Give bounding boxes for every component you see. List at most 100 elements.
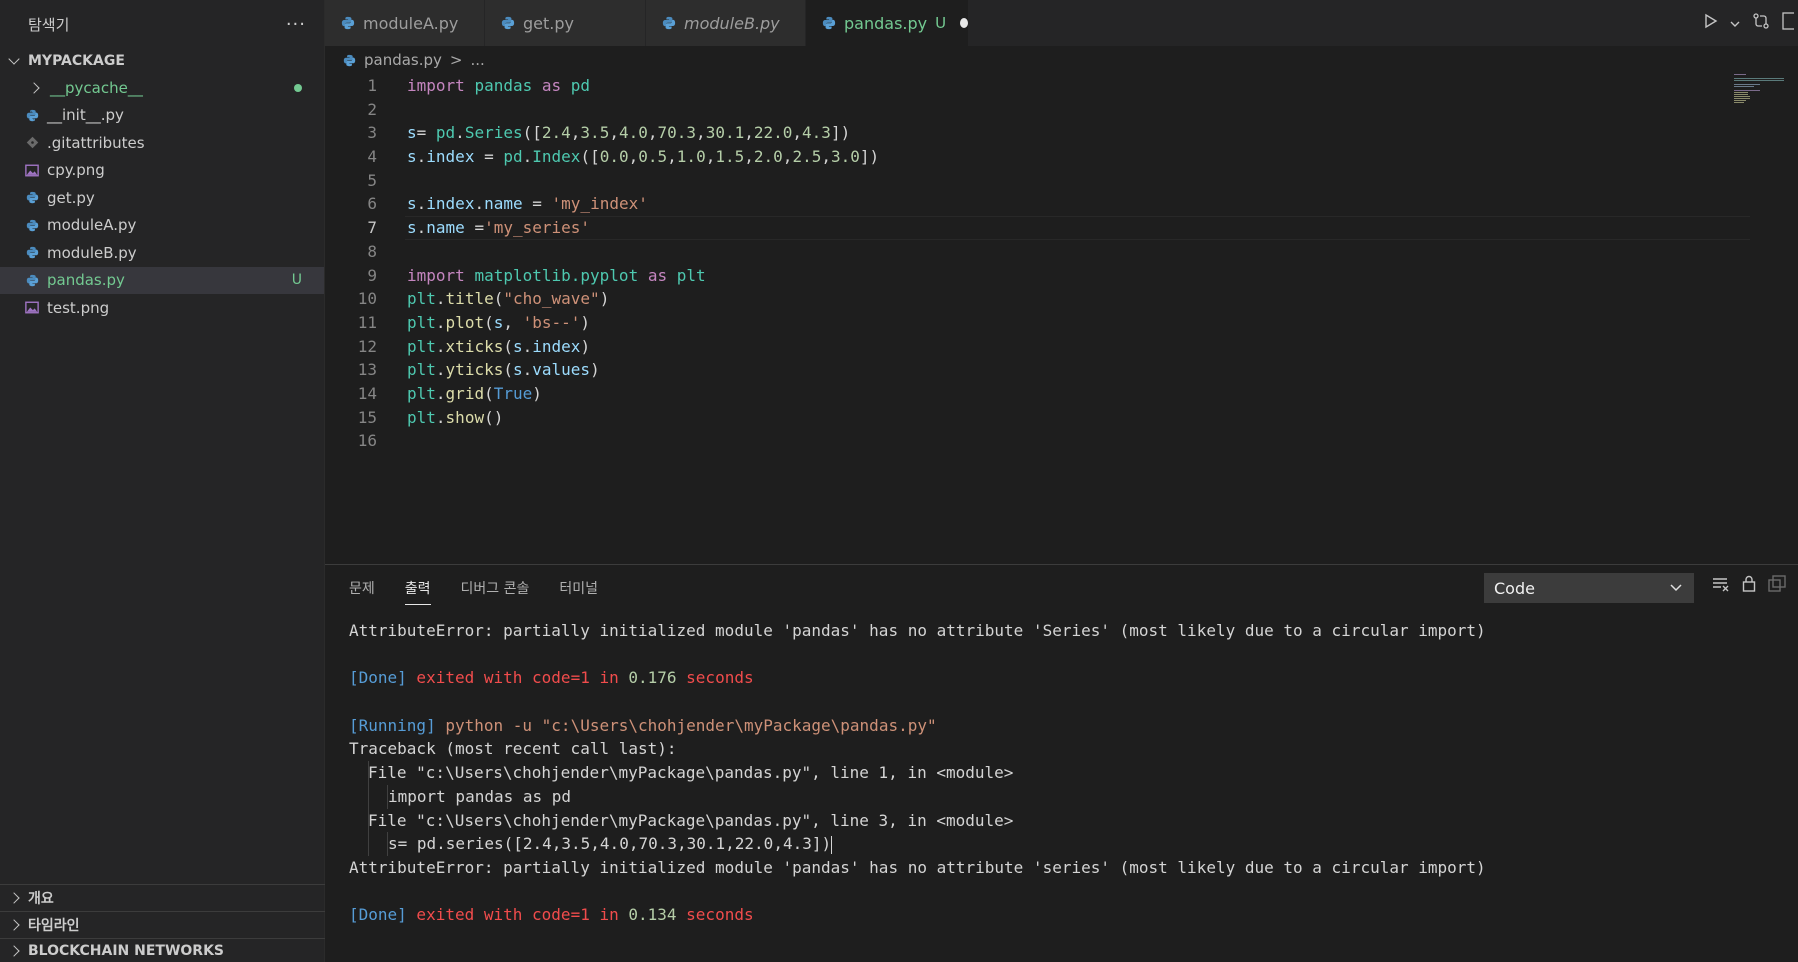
code-editor[interactable]: 1 import pandas as pd 2 3 s= pd.Series([2.4,… [325,74,1798,564]
tree-item-cpy-png[interactable]: cpy.png [0,157,324,185]
tab-terminal[interactable]: 터미널 [559,565,598,611]
code-line[interactable]: 1 import pandas as pd [325,74,1798,98]
tab-problems[interactable]: 문제 [349,565,375,611]
run-icon[interactable] [1702,13,1718,33]
tab-modulea[interactable]: moduleA.py [325,0,485,46]
section-label: 타임라인 [28,918,80,934]
code-text: s.index = pd.Index([0.0,0.5,1.0,1.5,2.0,… [377,145,879,169]
git-status-dot [294,83,302,92]
code-token: . [435,360,446,380]
explorer-sidebar: 탐색기 ··· MYPACKAGE __pycache__ __init__.p… [0,0,325,962]
explorer-header: 탐색기 ··· [0,0,324,48]
tree-item-pycache[interactable]: __pycache__ [0,74,324,102]
split-editor-icon[interactable] [1782,12,1798,34]
code-token: , [821,147,831,167]
outline-section[interactable]: 개요 [0,884,325,911]
tab-pandas[interactable]: pandas.py U [806,0,969,46]
code-line[interactable]: 2 [325,98,1798,122]
code-line[interactable]: 6 s.index.name = 'my_index' [325,192,1798,216]
section-label: 개요 [28,891,54,907]
breadcrumb-file[interactable]: pandas.py [364,51,442,69]
code-token: 0.0 [599,147,629,167]
code-token: xticks [445,336,504,356]
output-log[interactable]: AttributeError: partially initialized mo… [349,609,1798,927]
code-line[interactable]: 13 plt.yticks(s.values) [325,358,1798,382]
tab-get[interactable]: get.py [485,0,646,46]
tree-item-pandas-py[interactable]: pandas.py U [0,266,324,294]
code-line[interactable]: 11 plt.plot(s, 'bs--') [325,311,1798,335]
code-line[interactable]: 3 s= pd.Series([2.4,3.5,4.0,70.3,30.1,22.… [325,121,1798,145]
lock-icon[interactable] [1742,575,1756,596]
tree-item-modulea-py[interactable]: moduleA.py [0,212,324,240]
code-line[interactable]: 4 s.index = pd.Index([0.0,0.5,1.0,1.5,2.0… [325,145,1798,169]
output-line: Traceback (most recent call last): [349,737,1798,761]
code-token: . [435,312,446,332]
code-line[interactable]: 15 plt.show() [325,406,1798,430]
code-token: () [484,407,504,427]
tab-output[interactable]: 출력 [404,565,431,611]
done-text: seconds [676,668,754,688]
code-token: ) [580,312,591,332]
code-token: , [744,147,754,167]
code-token: plot [445,312,485,332]
tree-item-get-py[interactable]: get.py [0,184,324,212]
tree-item-moduleb-py[interactable]: moduleB.py [0,239,324,267]
tab-debug-console[interactable]: 디버그 콘솔 [461,565,530,611]
done-text: exited with [406,905,533,925]
run-command: python -u "c:\Users\chohjender\myPackage… [435,715,937,735]
folder-name: MYPACKAGE [28,53,125,69]
tree-item-init[interactable]: __init__.py [0,102,324,130]
code-token: import [407,76,465,95]
unsaved-dot-icon[interactable] [960,18,968,28]
code-token: 'my_series' [484,218,591,238]
copy-icon[interactable] [1768,575,1786,596]
code-token: , [744,123,754,143]
chevron-right-icon [8,919,20,931]
code-token: plt [407,383,436,403]
python-icon [343,54,356,67]
editor-actions [1702,0,1798,46]
code-line[interactable]: 5 [325,169,1798,193]
blockchain-networks-section[interactable]: BLOCKCHAIN NETWORKS [0,938,325,962]
output-line-done: [Done] exited with code=1 in 0.176 secon… [349,666,1798,690]
tab-moduleb[interactable]: moduleB.py [646,0,806,46]
more-actions-icon[interactable]: ··· [286,14,306,35]
code-token: plt [407,360,436,380]
code-token: ) [590,360,600,380]
line-number: 3 [367,123,377,143]
output-line-done: [Done] exited with code=1 in 0.134 secon… [349,903,1798,927]
code-line[interactable]: 14 plt.grid(True) [325,382,1798,406]
folder-section-header[interactable]: MYPACKAGE [0,48,324,74]
tree-item-test-png[interactable]: test.png [0,294,324,322]
output-line: AttributeError: partially initialized mo… [349,856,1798,880]
code-token: 'bs--' [522,312,581,332]
clear-output-icon[interactable] [1712,576,1730,596]
code-line[interactable]: 8 [325,240,1798,264]
tree-item-gitattributes[interactable]: .gitattributes [0,129,324,157]
code-token: , [503,312,523,332]
duration: 0.134 [628,905,677,925]
line-number: 13 [357,360,377,380]
code-line[interactable]: 9 import matplotlib.pyplot as plt [325,264,1798,288]
minimap[interactable] [1734,74,1794,134]
code-line[interactable]: 10 plt.title("cho_wave") [325,287,1798,311]
chevron-down-icon[interactable] [1730,14,1740,33]
line-number: 15 [357,407,377,427]
code-token: 2.4 [541,123,571,143]
code-token: name [426,218,465,238]
code-token: 30.1 [705,123,745,143]
done-text: in [589,905,629,925]
code-line[interactable]: 12 plt.xticks(s.index) [325,335,1798,359]
code-token: pandas [474,76,533,95]
breadcrumb-symbols[interactable]: ... [471,51,485,69]
code-line[interactable]: 16 [325,429,1798,453]
compare-changes-icon[interactable] [1752,12,1770,34]
code-token: ([ [580,147,600,167]
code-text: plt.plot(s, 'bs--') [377,311,590,335]
timeline-section[interactable]: 타임라인 [0,911,325,938]
code-token: pd [435,123,456,143]
output-channel-select[interactable]: Code [1484,573,1694,603]
code-line[interactable]: 7 s.name ='my_series' [325,216,1798,240]
